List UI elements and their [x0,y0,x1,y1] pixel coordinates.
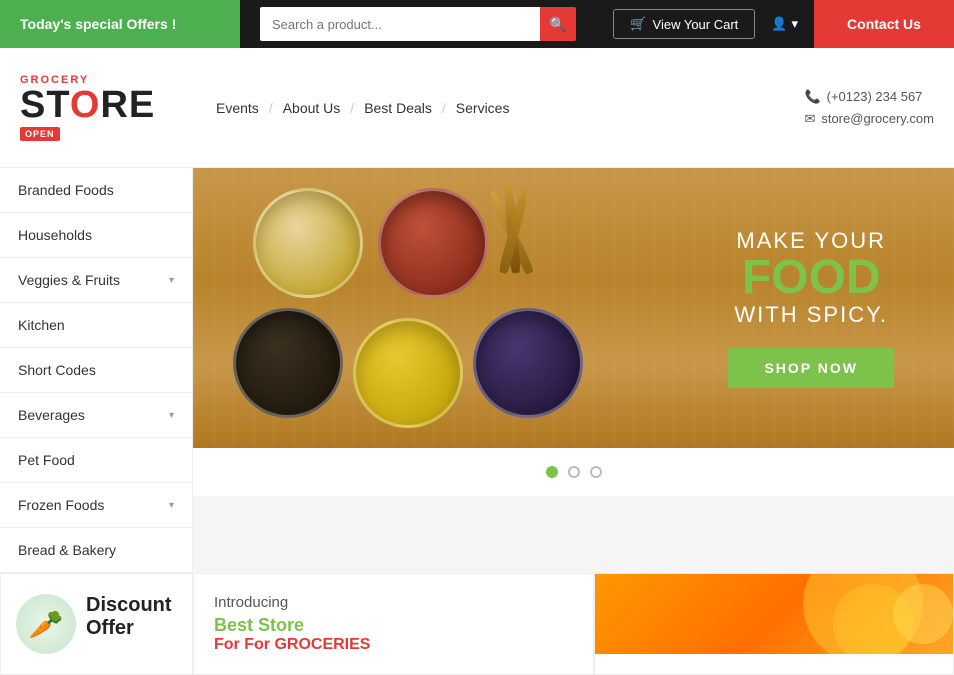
discount-info: Discount Offer [86,594,177,640]
header: GROCERY STORE OPEN Events / About Us / B… [0,48,954,168]
sidebar-item-short-codes[interactable]: Short Codes [0,348,192,393]
nav-events[interactable]: Events [210,100,265,116]
shop-now-button[interactable]: SHOP NOW [728,348,894,388]
user-dropdown-icon: ▾ [791,16,798,32]
sidebar-item-beverages[interactable]: Beverages ▾ [0,393,192,438]
sidebar-item-pet-food[interactable]: Pet Food [0,438,192,483]
sidebar: Branded Foods Households Veggies & Fruit… [0,168,193,573]
user-menu[interactable]: 👤 ▾ [771,16,798,32]
nav-sep-1: / [265,100,277,116]
bowl-black-pepper [233,308,343,418]
sidebar-label-short-codes: Short Codes [18,362,96,378]
hero-line2: FOOD [728,254,894,302]
intro-line2: Best Store [214,615,573,636]
sidebar-label-veggies: Veggies & Fruits [18,272,120,288]
top-bar: Today's special Offers ! 🔍 🛒 View Your C… [0,0,954,48]
hero-banner: MAKE YOUR FOOD WITH SPICY. SHOP NOW [193,168,954,448]
main-nav: Events / About Us / Best Deals / Service… [210,100,784,116]
splash-circle-3 [833,584,913,654]
chevron-down-icon-frozen: ▾ [169,500,174,511]
sidebar-item-branded-foods[interactable]: Branded Foods [0,168,192,213]
veggie-basket-icon: 🥕 [16,594,76,654]
bowls-visual [213,178,553,438]
discount-title: Discount Offer [86,594,177,640]
sidebar-label-beverages: Beverages [18,407,85,423]
contact-label: Contact Us [847,16,921,32]
main-layout: Branded Foods Households Veggies & Fruit… [0,168,954,573]
splash-card [594,573,954,675]
cart-label: View Your Cart [653,17,739,32]
hero-line3: WITH SPICY. [728,302,894,328]
sidebar-label-kitchen: Kitchen [18,317,65,333]
offer-banner: Today's special Offers ! [0,0,240,48]
user-icon: 👤 [771,16,787,32]
intro-line3: For For GROCERIES [214,636,573,654]
contact-button[interactable]: Contact Us [814,0,954,48]
logo[interactable]: GROCERY STORE OPEN [20,74,210,141]
phone-icon: 📞 [804,89,820,105]
bowl-chili [378,188,488,298]
nav-sep-3: / [438,100,450,116]
sidebar-label-frozen: Frozen Foods [18,497,104,513]
header-phone: 📞 (+0123) 234 567 [804,89,922,105]
intro-groceries: For GROCERIES [244,636,370,653]
sidebar-label-households: Households [18,227,92,243]
chevron-down-icon: ▾ [169,275,174,286]
email-address: store@grocery.com [821,111,934,126]
nav-about[interactable]: About Us [277,100,347,116]
dot-2[interactable] [568,466,580,478]
cart-button[interactable]: 🛒 View Your Cart [613,9,755,39]
hero-text-block: MAKE YOUR FOOD WITH SPICY. SHOP NOW [728,228,894,388]
discount-card: 🥕 Discount Offer [0,573,193,675]
bowl-grain [253,188,363,298]
sidebar-item-bread[interactable]: Bread & Bakery [0,528,192,573]
sidebar-label-bread: Bread & Bakery [18,542,116,558]
dot-1[interactable] [546,466,558,478]
chevron-down-icon-bev: ▾ [169,410,174,421]
logo-open-badge: OPEN [20,127,60,141]
bowl-blueberry [473,308,583,418]
sidebar-label-branded: Branded Foods [18,182,114,198]
header-email: ✉ store@grocery.com [804,111,934,127]
sidebar-item-kitchen[interactable]: Kitchen [0,303,192,348]
phone-number: (+0123) 234 567 [827,89,923,104]
cart-icon: 🛒 [630,16,646,32]
orange-splash [595,574,954,654]
intro-card: Introducing Best Store For For GROCERIES [193,573,594,675]
email-icon: ✉ [804,111,815,127]
sidebar-item-households[interactable]: Households [0,213,192,258]
intro-line1: Introducing [214,594,573,611]
header-contact: 📞 (+0123) 234 567 ✉ store@grocery.com [804,89,934,127]
slider-dots [193,448,954,496]
sidebar-label-pet: Pet Food [18,452,75,468]
sidebar-item-frozen-foods[interactable]: Frozen Foods ▾ [0,483,192,528]
bowl-turmeric [353,318,463,428]
search-container: 🔍 [240,7,613,41]
nav-deals[interactable]: Best Deals [358,100,438,116]
nav-sep-2: / [346,100,358,116]
dot-3[interactable] [590,466,602,478]
nav-services[interactable]: Services [450,100,516,116]
spoons-group [493,183,543,283]
hero-section: MAKE YOUR FOOD WITH SPICY. SHOP NOW [193,168,954,573]
search-button[interactable]: 🔍 [540,7,576,41]
sidebar-item-veggies[interactable]: Veggies & Fruits ▾ [0,258,192,303]
logo-store: STORE [20,86,210,124]
search-input[interactable] [260,7,540,41]
offer-text: Today's special Offers ! [20,16,176,32]
bottom-section: 🥕 Discount Offer Introducing Best Store … [0,573,954,675]
